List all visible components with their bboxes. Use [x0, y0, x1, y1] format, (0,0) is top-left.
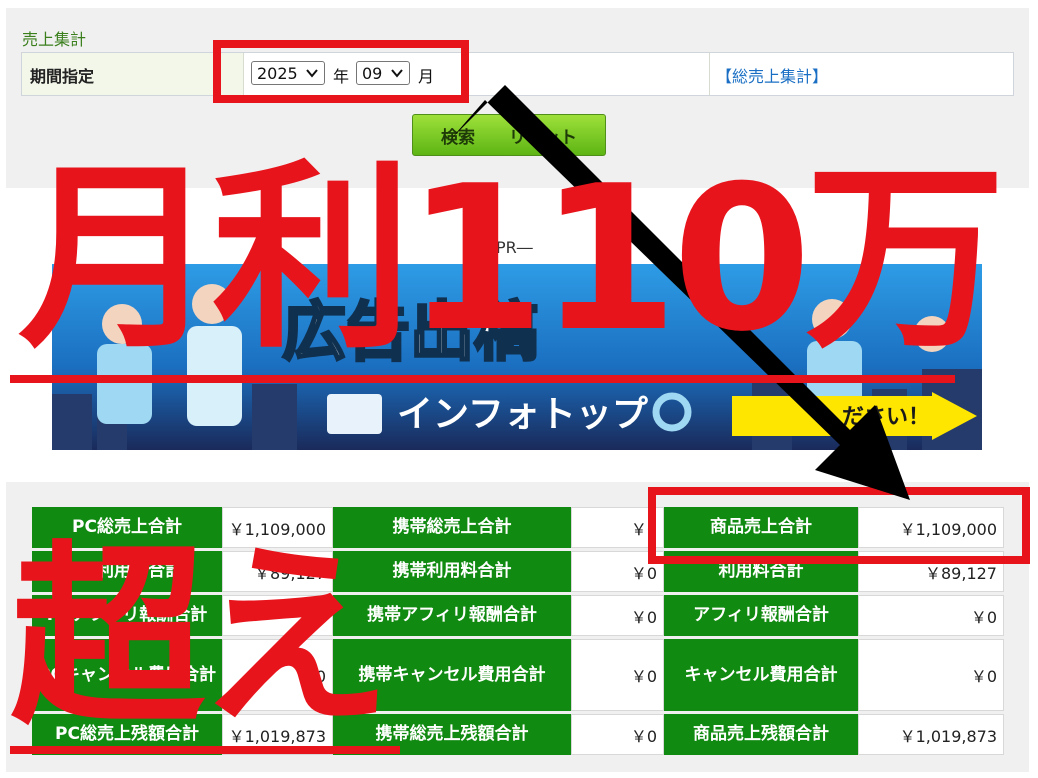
item-balance-total-label: 商品売上残額合計 — [664, 714, 858, 755]
mobile-cancel-total-value: ￥0 — [571, 639, 664, 711]
document-icon — [327, 394, 382, 434]
affiliate-total-value: ￥0 — [858, 595, 1004, 636]
cancel-total-label: キャンセル費用合計 — [664, 639, 858, 711]
caption-underline — [10, 746, 400, 754]
item-balance-total-value: ￥1,019,873 — [858, 714, 1004, 755]
affiliate-total-label: アフィリ報酬合計 — [664, 595, 858, 636]
section-title: 売上集計 — [22, 30, 87, 49]
cancel-total-value: ￥0 — [858, 639, 1004, 711]
mobile-affiliate-total-value: ￥0 — [571, 595, 664, 636]
headline-underline — [10, 375, 955, 383]
period-label-cell: 期間指定 — [22, 53, 244, 95]
period-label: 期間指定 — [30, 67, 95, 86]
caption-overlay: 超え — [10, 524, 392, 751]
headline-overlay: 月利110万 — [18, 143, 1005, 376]
mobile-balance-total-value: ￥0 — [571, 714, 664, 755]
